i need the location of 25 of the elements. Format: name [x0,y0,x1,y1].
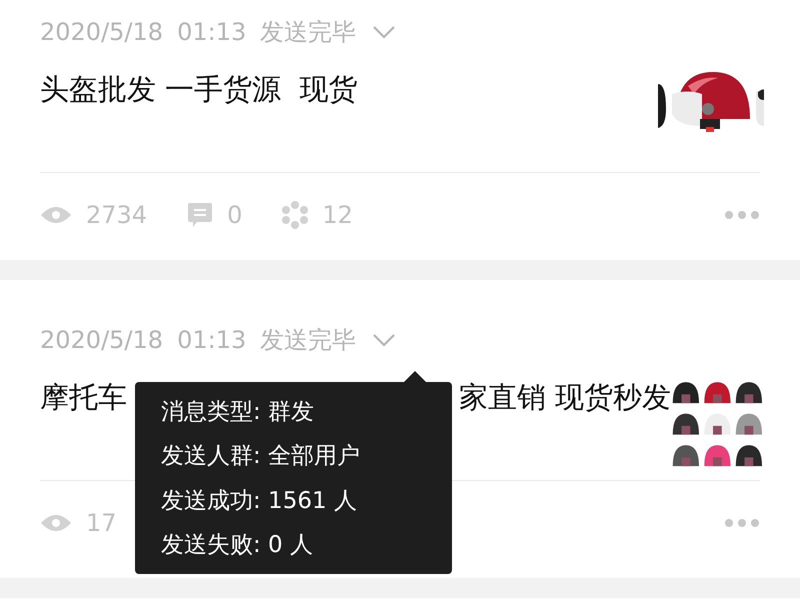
chevron-down-icon[interactable] [372,333,396,347]
eye-icon [40,513,72,533]
tooltip-line: 发送失败: 0 人 [161,530,314,560]
comment-icon [187,202,214,228]
eye-icon [40,205,72,225]
stat-count: 12 [322,201,353,229]
post-date: 2020/5/18 [40,326,164,354]
tooltip-line: 发送成功: 1561 人 [161,486,358,516]
stat-count: 17 [86,509,117,537]
hexagon-dots-icon [282,201,308,229]
post-title: 头盔批发 一手货源 现货 [40,71,358,108]
stat-count: 0 [227,201,242,229]
send-status: 发送完毕 [260,17,356,48]
more-icon[interactable] [724,210,760,220]
tooltip-line: 发送人群: 全部用户 [161,442,362,472]
more-icon[interactable] [724,518,760,528]
chevron-down-icon[interactable] [372,25,396,39]
post-title: 家直销 现货秒发 [459,379,672,416]
post-time: 01:13 [177,326,246,354]
send-status: 发送完毕 [260,325,356,356]
post-time: 01:13 [177,18,246,46]
tooltip-line: 消息类型: 群发 [161,398,316,427]
post-date: 2020/5/18 [40,18,164,46]
post-title: 摩托车 [40,379,127,416]
stat-count: 2734 [86,201,148,229]
